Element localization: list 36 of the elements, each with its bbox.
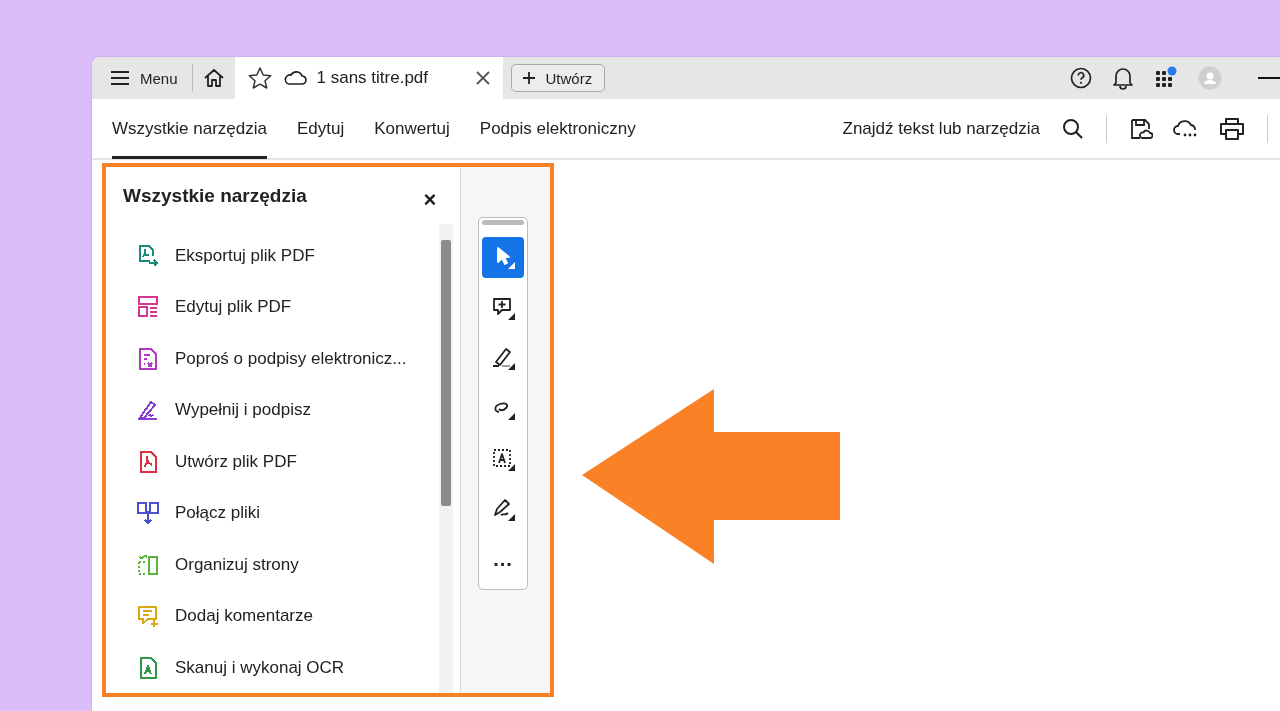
more-button[interactable]: ...	[482, 538, 524, 580]
save-icon[interactable]	[1129, 116, 1153, 141]
home-icon	[202, 68, 225, 88]
document-tab[interactable]: 1 sans titre.pdf	[234, 57, 503, 99]
nav-tab[interactable]: Edytuj	[296, 98, 345, 159]
cloud-icon	[282, 70, 307, 86]
select-tool-button[interactable]	[482, 236, 524, 278]
bell-icon[interactable]	[1112, 66, 1134, 90]
tool-item[interactable]: Eksportuj plik PDF	[106, 230, 439, 282]
tool-item[interactable]: Utwórz plik PDF	[106, 436, 439, 488]
minimize-icon[interactable]	[1258, 76, 1280, 80]
tool-item[interactable]: Skanuj i wykonaj OCR	[106, 642, 439, 694]
scrollbar[interactable]	[439, 224, 453, 693]
apps-icon[interactable]	[1154, 66, 1178, 90]
nav-tab[interactable]: Podpis elektroniczny	[479, 98, 636, 159]
tool-item[interactable]: Połącz pliki	[106, 487, 439, 539]
tool-item[interactable]: Dodaj komentarze	[106, 590, 439, 642]
nav-tab[interactable]: Konwertuj	[374, 98, 450, 159]
document-title: 1 sans titre.pdf	[316, 68, 429, 88]
nav-tab[interactable]: Wszystkie narzędzia	[112, 98, 267, 159]
tool-item[interactable]: Wypełnij i podpisz	[106, 384, 439, 436]
search-icon[interactable]	[1062, 117, 1084, 140]
close-button[interactable]: ×	[418, 188, 442, 212]
panel-title: Wszystkie narzędzia	[123, 185, 307, 207]
tool-item[interactable]: Edytuj plik PDF	[106, 281, 439, 333]
help-icon[interactable]	[1070, 67, 1092, 89]
print-icon[interactable]	[1219, 116, 1245, 141]
tool-item[interactable]: Poproś o podpisy elektronicz...	[106, 333, 439, 385]
star-icon[interactable]	[246, 66, 273, 90]
close-icon[interactable]	[474, 70, 491, 86]
tool-item[interactable]: Organizuj strony	[106, 539, 439, 591]
search-label[interactable]: Znajdź tekst lub narzędzia	[842, 118, 1040, 139]
menu-icon	[110, 70, 130, 86]
create-button[interactable]: Utwórz	[510, 64, 606, 92]
menu-button[interactable]: Menu	[92, 57, 192, 99]
plus-icon	[521, 71, 536, 85]
